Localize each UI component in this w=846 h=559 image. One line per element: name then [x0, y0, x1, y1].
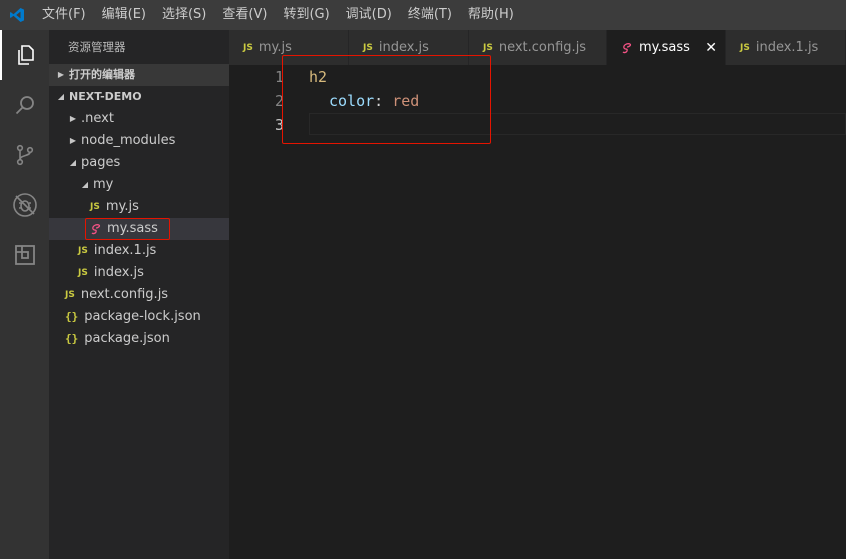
project-header[interactable]: ◢ NEXT-DEMO [49, 86, 229, 108]
menu-terminal[interactable]: 终端(T) [400, 0, 460, 30]
menu-go[interactable]: 转到(G) [275, 0, 337, 30]
tree-file-next-config[interactable]: JS next.config.js [49, 284, 229, 306]
menu-bar: 文件(F) 编辑(E) 选择(S) 查看(V) 转到(G) 调试(D) 终端(T… [0, 0, 846, 30]
json-file-icon: {} [65, 310, 79, 323]
menu-selection[interactable]: 选择(S) [154, 0, 214, 30]
line-number: 3 [274, 116, 284, 134]
tab-label: my.sass [639, 40, 690, 55]
tree-file-my-js[interactable]: JS my.js [49, 196, 229, 218]
javascript-file-icon: JS [363, 42, 373, 53]
chevron-down-icon: ◢ [57, 92, 65, 101]
javascript-file-icon: JS [483, 42, 493, 53]
tree-label: index.js [93, 265, 144, 280]
explorer-sidebar: 资源管理器 ▶ 打开的编辑器 ◢ NEXT-DEMO ▶ .next ▶ nod… [49, 30, 229, 559]
tree-file-index-js[interactable]: JS index.js [49, 262, 229, 284]
tree-label: next.config.js [80, 287, 169, 302]
source-control-icon[interactable] [0, 130, 49, 180]
tree-folder-node-modules[interactable]: ▶ node_modules [49, 130, 229, 152]
sidebar-title: 资源管理器 [68, 40, 126, 54]
chevron-down-icon: ◢ [69, 158, 77, 167]
chevron-right-icon: ▶ [57, 70, 65, 79]
annotation-highlight-box [282, 55, 491, 144]
tree-label: package-lock.json [84, 309, 201, 324]
menu-edit[interactable]: 编辑(E) [94, 0, 154, 30]
tree-label: index.1.js [93, 243, 157, 258]
tree-folder-my[interactable]: ◢ my [49, 174, 229, 196]
javascript-file-icon: JS [740, 42, 750, 53]
menu-file[interactable]: 文件(F) [34, 0, 94, 30]
tab-label: index.js [378, 40, 429, 55]
javascript-file-icon: JS [78, 246, 88, 256]
vscode-logo-icon [0, 0, 34, 30]
open-editors-label: 打开的编辑器 [69, 68, 135, 81]
tab-index1-js[interactable]: JS index.1.js [726, 30, 846, 65]
tree-label: pages [81, 155, 121, 170]
javascript-file-icon: JS [65, 290, 75, 300]
open-editors-header[interactable]: ▶ 打开的编辑器 [49, 64, 229, 86]
menu-debug[interactable]: 调试(D) [338, 0, 400, 30]
tab-label: index.1.js [755, 40, 819, 55]
tree-label: my.js [105, 199, 139, 214]
javascript-file-icon: JS [90, 202, 100, 212]
chevron-right-icon: ▶ [69, 114, 77, 123]
javascript-file-icon: JS [78, 268, 88, 278]
explorer-icon[interactable] [0, 30, 49, 80]
tree-label: my [93, 177, 114, 192]
tree-file-my-sass[interactable]: my.sass [49, 218, 229, 240]
line-number: 1 [274, 68, 284, 86]
tree-folder-pages[interactable]: ◢ pages [49, 152, 229, 174]
project-label: NEXT-DEMO [69, 90, 142, 103]
tree-folder-next[interactable]: ▶ .next [49, 108, 229, 130]
tab-my-sass[interactable]: my.sass ✕ [607, 30, 726, 65]
tree-label: package.json [84, 331, 170, 346]
tab-label: next.config.js [498, 40, 587, 55]
code-editor[interactable]: 1 h2 2 color: red 3 [229, 55, 846, 559]
menu-help[interactable]: 帮助(H) [460, 0, 522, 30]
tree-file-package-json[interactable]: {} package.json [49, 328, 229, 350]
javascript-file-icon: JS [243, 42, 253, 53]
menu-view[interactable]: 查看(V) [214, 0, 275, 30]
json-file-icon: {} [65, 332, 79, 345]
tree-label: .next [81, 111, 114, 126]
close-icon[interactable]: ✕ [705, 40, 717, 56]
tree-file-package-lock[interactable]: {} package-lock.json [49, 306, 229, 328]
chevron-down-icon: ◢ [81, 180, 89, 189]
activity-bar [0, 30, 49, 559]
extensions-icon[interactable] [0, 230, 49, 280]
tree-file-index1-js[interactable]: JS index.1.js [49, 240, 229, 262]
debug-icon[interactable] [0, 180, 49, 230]
tab-label: my.js [258, 40, 292, 55]
line-number: 2 [274, 92, 284, 110]
chevron-right-icon: ▶ [69, 136, 77, 145]
annotation-highlight-box [85, 218, 170, 240]
sass-file-icon [621, 42, 633, 54]
search-icon[interactable] [0, 80, 49, 130]
tree-label: node_modules [81, 133, 176, 148]
